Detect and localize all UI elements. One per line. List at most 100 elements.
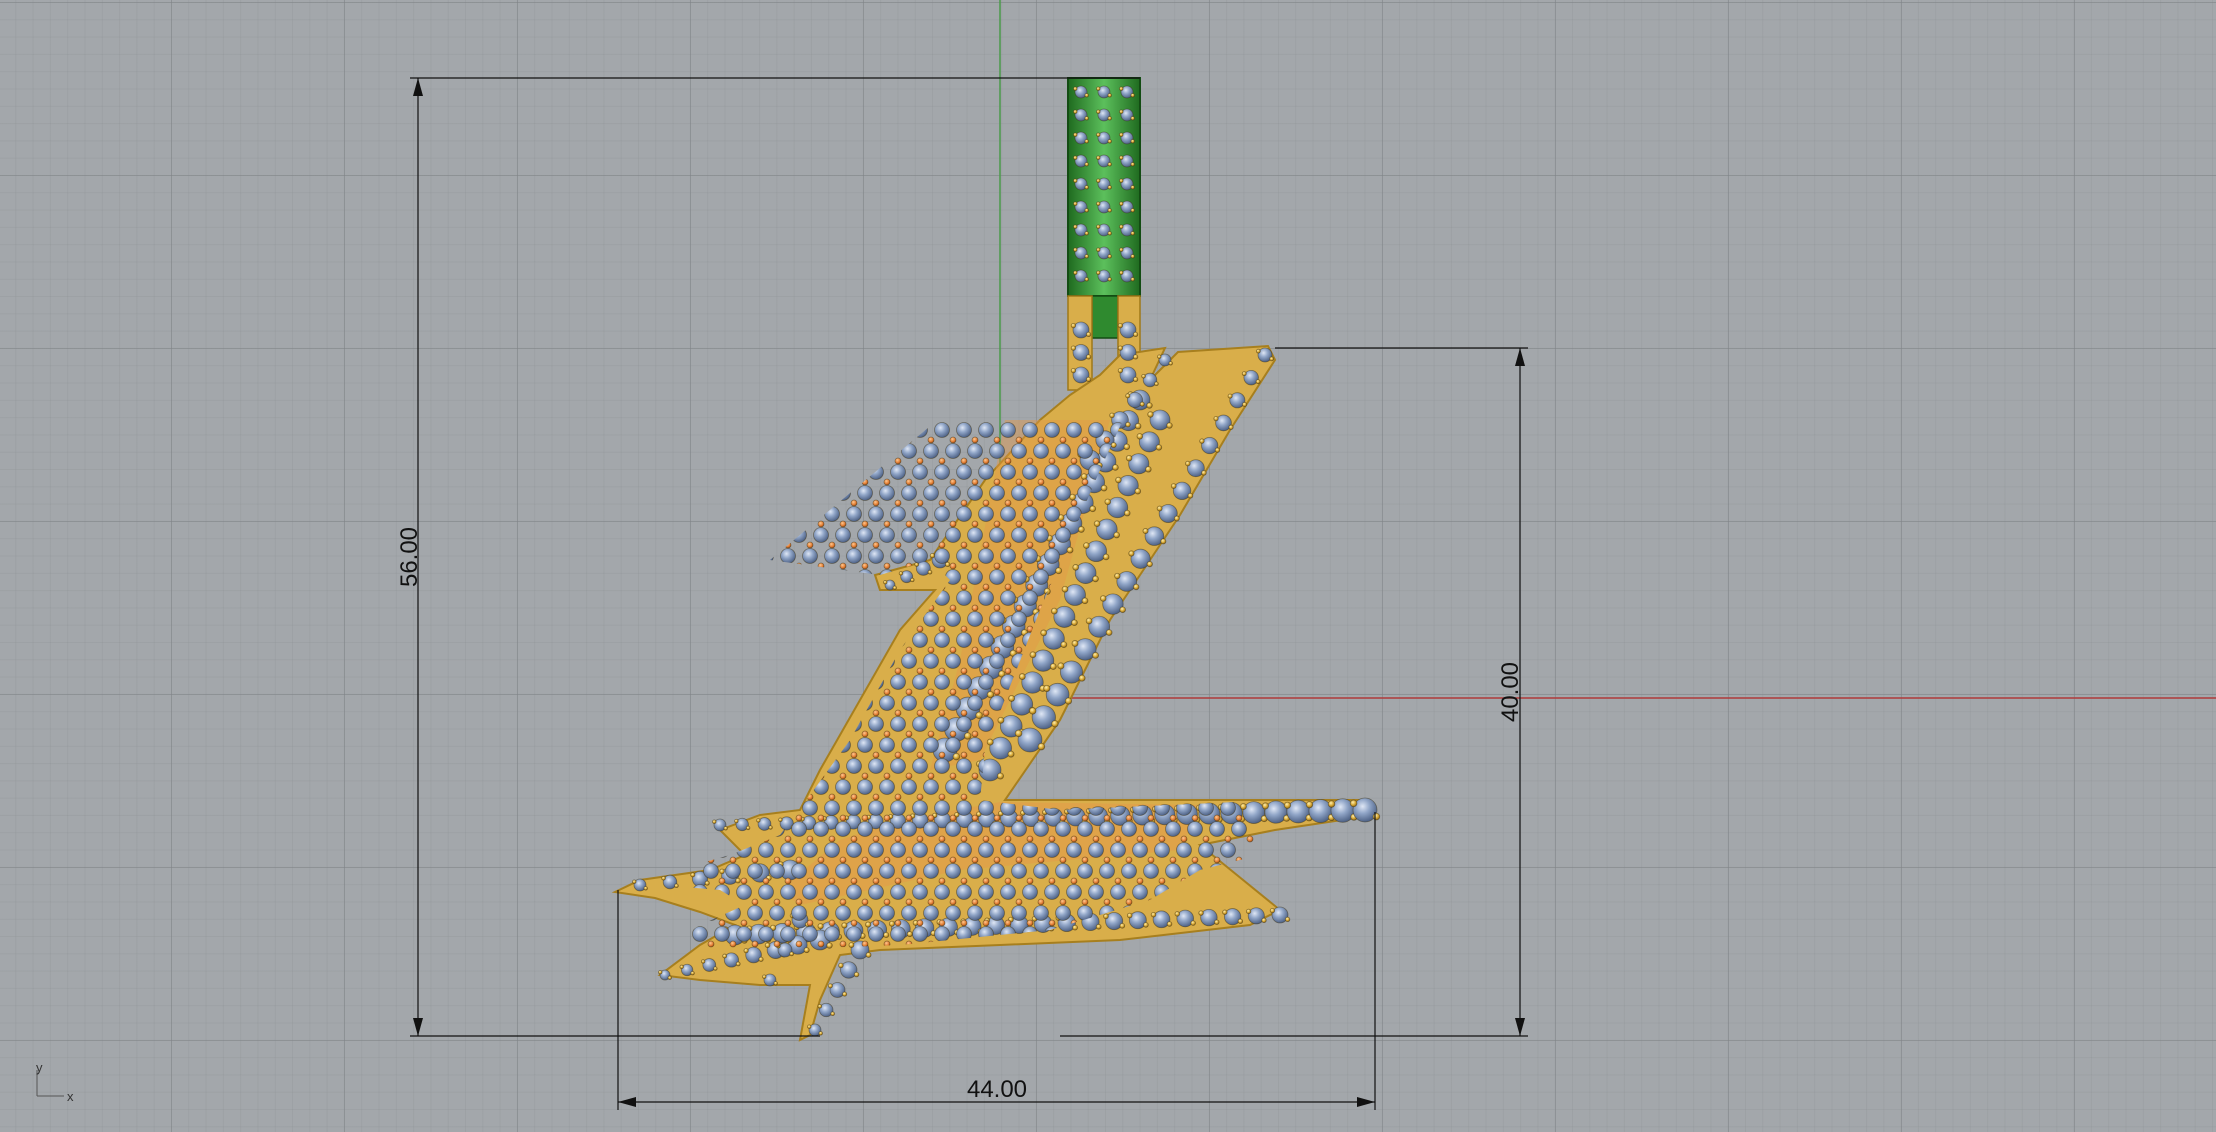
pave-accent	[1147, 730, 1155, 738]
pave-accent	[916, 541, 924, 549]
prong	[1008, 695, 1016, 702]
pave-accent	[1081, 814, 1089, 822]
pave-stone	[714, 842, 730, 858]
prong	[1096, 201, 1101, 206]
prong	[1261, 802, 1269, 810]
pave-stone	[956, 464, 972, 480]
pave-accent	[1136, 709, 1144, 717]
viewport-canvas[interactable]: 56.00 40.00 44.00 y x	[0, 0, 2216, 1132]
prong	[1070, 322, 1077, 329]
pave-stone	[1033, 527, 1049, 543]
pave-accent	[1092, 751, 1100, 759]
pave-accent	[795, 814, 803, 822]
prong	[712, 819, 717, 824]
pave-stone	[868, 716, 884, 732]
pave-stone	[890, 422, 906, 438]
prong	[1130, 231, 1135, 236]
pave-accent	[883, 772, 891, 780]
pave-accent	[927, 478, 935, 486]
prong	[1173, 515, 1180, 522]
prong	[661, 875, 666, 881]
pave-stone	[945, 527, 961, 543]
pave-accent	[861, 940, 869, 948]
pave-accent	[971, 562, 979, 570]
pave-accent	[1202, 667, 1210, 675]
pave-accent	[982, 835, 990, 843]
pave-stone	[912, 800, 928, 816]
pave-stone	[736, 422, 752, 438]
pave-stone	[967, 863, 983, 879]
pave-stone	[802, 884, 818, 900]
pave-stone	[879, 821, 895, 837]
pave-accent	[971, 814, 979, 822]
pave-stone	[846, 632, 862, 648]
pave-accent	[1169, 646, 1177, 654]
pave-accent	[982, 667, 990, 675]
pave-stone	[901, 485, 917, 501]
pave-stone	[923, 695, 939, 711]
pave-stone	[1099, 779, 1115, 795]
pave-accent	[795, 604, 803, 612]
pave-stone	[989, 653, 1005, 669]
pave-accent	[817, 814, 825, 822]
pave-accent	[916, 667, 924, 675]
prong	[1190, 920, 1196, 926]
pave-accent	[938, 835, 946, 843]
pave-stone	[725, 485, 741, 501]
pave-stone	[956, 632, 972, 648]
pave-stone	[747, 443, 763, 459]
pave-accent	[839, 898, 847, 906]
pave-accent	[894, 877, 902, 885]
pave-accent	[740, 793, 748, 801]
prong	[1187, 492, 1194, 499]
pave-stone	[857, 611, 873, 627]
pave-accent	[839, 814, 847, 822]
pave-accent	[960, 877, 968, 885]
pave-accent	[1114, 835, 1122, 843]
prong	[1185, 460, 1191, 467]
pave-accent	[1213, 730, 1221, 738]
pave-accent	[1213, 772, 1221, 780]
pave-stone	[1044, 884, 1060, 900]
pave-accent	[971, 520, 979, 528]
prong	[1133, 583, 1140, 591]
pave-accent	[773, 562, 781, 570]
prong	[1029, 651, 1037, 659]
pave-accent	[982, 919, 990, 927]
pave-stone	[1187, 569, 1203, 585]
pave-stone	[835, 863, 851, 879]
pave-stone	[857, 737, 873, 753]
prong	[997, 716, 1005, 724]
rhino-viewport[interactable]: 56.00 40.00 44.00 y x	[0, 0, 2216, 1132]
pave-stone	[1176, 548, 1192, 564]
pave-stone	[747, 779, 763, 795]
prong	[1115, 476, 1122, 484]
pave-stone	[879, 611, 895, 627]
pave-accent	[784, 709, 792, 717]
pave-accent	[916, 751, 924, 759]
pave-stone	[1187, 779, 1203, 795]
pave-accent	[707, 562, 715, 570]
pave-accent	[1180, 667, 1188, 675]
pave-accent	[927, 646, 935, 654]
pave-stone	[1198, 590, 1214, 606]
prong	[1125, 454, 1133, 462]
pave-stone	[1011, 821, 1027, 837]
prong	[1089, 505, 1097, 513]
pave-accent	[938, 667, 946, 675]
pave-accent	[795, 520, 803, 528]
pave-stone	[1165, 821, 1181, 837]
pave-stone	[868, 632, 884, 648]
pave-accent	[916, 625, 924, 633]
pave-stone	[1187, 527, 1203, 543]
pave-accent	[1202, 541, 1210, 549]
pave-stone	[758, 842, 774, 858]
prong	[1084, 116, 1089, 121]
pave-accent	[927, 436, 935, 444]
pave-stone	[835, 527, 851, 543]
pave-stone	[868, 506, 884, 522]
pave-stone	[1088, 842, 1104, 858]
pave-accent	[850, 499, 858, 507]
pave-accent	[1246, 667, 1254, 675]
pave-stone	[857, 653, 873, 669]
